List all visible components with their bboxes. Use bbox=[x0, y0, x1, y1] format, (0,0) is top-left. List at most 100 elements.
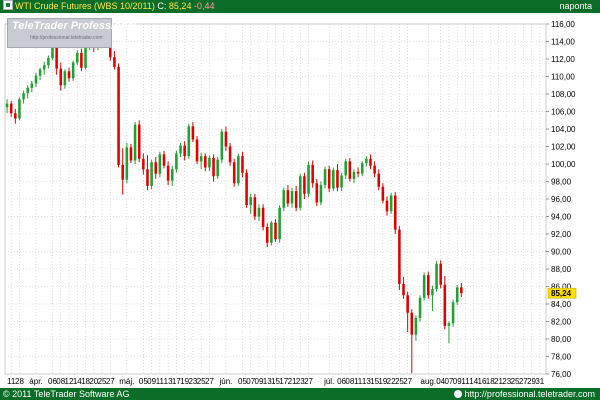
candle-body-down bbox=[460, 287, 463, 294]
x-tick-label: 27 bbox=[304, 377, 313, 386]
candle-body-down bbox=[146, 169, 149, 186]
x-tick-label: 27 bbox=[106, 377, 115, 386]
candle-body-down bbox=[195, 139, 199, 162]
candle-body-up bbox=[26, 87, 29, 94]
candle-body-down bbox=[261, 207, 265, 227]
y-tick-label: 96,00 bbox=[551, 195, 572, 204]
candle-body-down bbox=[402, 283, 405, 296]
candle-body-up bbox=[389, 195, 393, 212]
candle-body-up bbox=[47, 58, 50, 66]
candle-body-up bbox=[447, 323, 451, 326]
candle-body-up bbox=[282, 190, 286, 208]
y-tick-label: 114,00 bbox=[551, 38, 575, 47]
footer-link[interactable]: http://professional.teletrader.com bbox=[454, 388, 595, 400]
period-selector[interactable]: napontа bbox=[559, 0, 592, 13]
candle-body-down bbox=[80, 52, 83, 68]
chart-footer: © 2011 TeleTrader Software AG http://pro… bbox=[0, 388, 600, 400]
candle-body-down bbox=[166, 165, 170, 181]
candle-body-up bbox=[323, 169, 327, 185]
candle-body-up bbox=[332, 170, 335, 189]
candle-body-down bbox=[274, 222, 277, 240]
copyright-text: © 2011 TeleTrader Software AG bbox=[3, 389, 130, 399]
candle-body-up bbox=[34, 75, 38, 84]
candle-body-down bbox=[154, 162, 158, 174]
candle-body-down bbox=[265, 227, 269, 243]
candle-body-up bbox=[42, 65, 46, 70]
chart-window: WTI Crude Futures (WBS 10/2011) C: 85,24… bbox=[0, 0, 600, 400]
candle-body-up bbox=[340, 175, 343, 188]
candle-body-down bbox=[212, 157, 215, 177]
y-tick-label: 102,00 bbox=[551, 143, 576, 152]
candle-body-down bbox=[373, 165, 376, 174]
instrument-ticker: WTI Crude Futures (WBS 10/2011) C: 85,24… bbox=[3, 0, 214, 13]
watermark-url: http://professional.teletrader.com bbox=[30, 35, 103, 41]
candle-body-up bbox=[75, 52, 79, 63]
chart-area[interactable]: 116,00 114,00 112,00 110,00 108,00 106,00 104,… bbox=[0, 13, 600, 388]
y-tick-label: 108,00 bbox=[551, 90, 576, 99]
candle-body-down bbox=[327, 169, 331, 189]
y-tick-label: 116,00 bbox=[551, 20, 575, 29]
y-tick-label: 90,00 bbox=[551, 248, 572, 257]
x-tick-label: aug. bbox=[421, 377, 437, 386]
candle-body-down bbox=[369, 158, 372, 166]
info-icon bbox=[454, 390, 463, 398]
candle-body-up bbox=[298, 176, 302, 208]
candle-body-down bbox=[303, 176, 306, 194]
candle-body-down bbox=[348, 161, 352, 179]
candle-body-up bbox=[38, 69, 42, 76]
candle-body-up bbox=[360, 163, 364, 174]
candle-body-up bbox=[435, 263, 438, 290]
y-tick-label: 84,00 bbox=[551, 300, 572, 309]
candle-body-up bbox=[63, 71, 67, 86]
candle-body-up bbox=[84, 46, 87, 68]
candle-body-down bbox=[377, 173, 381, 187]
candle-body-up bbox=[170, 169, 174, 181]
y-tick-label: 104,00 bbox=[551, 125, 576, 134]
candle-body-down bbox=[183, 145, 186, 157]
candle-body-down bbox=[336, 170, 339, 188]
candle-body-up bbox=[278, 207, 281, 240]
y-tick-label: 100,00 bbox=[551, 160, 576, 169]
x-tick-label: máj. bbox=[119, 377, 134, 386]
candle-body-down bbox=[315, 183, 319, 203]
candle-body-up bbox=[30, 83, 34, 88]
candle-body-up bbox=[270, 222, 273, 243]
candle-body-up bbox=[175, 153, 178, 170]
candle-body-up bbox=[179, 145, 182, 154]
candle-body-up bbox=[307, 164, 310, 194]
candle-body-up bbox=[133, 124, 137, 161]
y-tick-label: 94,00 bbox=[551, 213, 572, 222]
candle-body-down bbox=[228, 146, 232, 163]
candle-body-up bbox=[22, 93, 25, 100]
y-tick-label: 106,00 bbox=[551, 108, 576, 117]
candle-body-down bbox=[385, 200, 389, 212]
y-tick-label: 110,00 bbox=[551, 73, 575, 82]
candle-body-up bbox=[220, 131, 224, 160]
candle-body-up bbox=[451, 302, 455, 324]
footer-url[interactable]: http://professional.teletrader.com bbox=[464, 389, 595, 399]
change-value: -0,44 bbox=[193, 1, 215, 11]
candle-body-up bbox=[199, 156, 203, 162]
candle-body-up bbox=[249, 197, 253, 206]
candle-body-down bbox=[232, 162, 236, 184]
candle-body-down bbox=[224, 131, 228, 147]
watermark-brand: TeleTrader Professional bbox=[12, 20, 137, 32]
last-price-label: 85,24 bbox=[551, 289, 572, 298]
candle-body-up bbox=[125, 147, 129, 180]
candle-body-down bbox=[356, 171, 360, 174]
y-tick-label: 88,00 bbox=[551, 265, 572, 274]
candle-body-down bbox=[294, 191, 298, 208]
candle-body-up bbox=[418, 297, 422, 318]
y-tick-label: 112,00 bbox=[551, 55, 575, 64]
candle-body-down bbox=[59, 68, 63, 86]
candle-body-up bbox=[422, 275, 426, 298]
x-tick-label: ápr. bbox=[29, 377, 42, 386]
candle-body-up bbox=[431, 289, 434, 296]
candlestick-chart[interactable]: 116,00 114,00 112,00 110,00 108,00 106,00 104,… bbox=[0, 13, 600, 388]
candle-body-up bbox=[290, 191, 294, 204]
candle-body-down bbox=[443, 284, 447, 326]
candle-body-up bbox=[187, 126, 191, 157]
candle-body-up bbox=[237, 156, 240, 184]
candle-body-up bbox=[208, 157, 211, 168]
candle-body-down bbox=[14, 113, 17, 119]
